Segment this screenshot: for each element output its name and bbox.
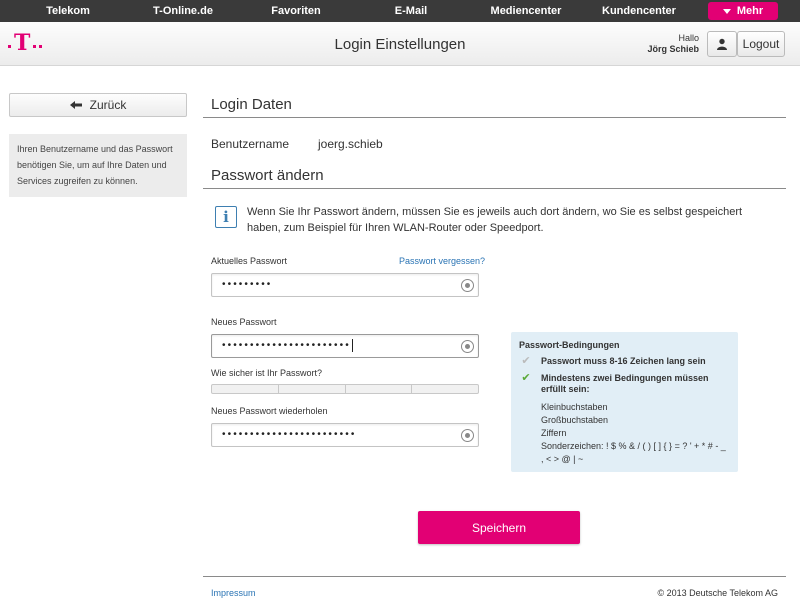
nav-item-mediencenter[interactable]: Mediencenter [490, 5, 562, 17]
strength-segment [346, 385, 413, 393]
footer-divider [203, 576, 786, 577]
condition-sub-item: Kleinbuchstaben [541, 402, 608, 412]
password-section-title: Passwort ändern [211, 167, 324, 184]
current-password-input[interactable]: ••••••••• [211, 273, 479, 297]
password-info-notice: i Wenn Sie Ihr Passwort ändern, müssen S… [215, 204, 775, 236]
page-header: T Login Einstellungen Hallo Jörg Schieb … [0, 22, 800, 66]
info-icon: i [215, 206, 237, 228]
password-strength-meter [211, 384, 479, 394]
password-info-text: Wenn Sie Ihr Passwort ändern, müssen Sie… [247, 206, 743, 234]
section-divider [203, 117, 786, 118]
password-strength-label: Wie sicher ist Ihr Passwort? [211, 368, 323, 378]
text-cursor [351, 339, 353, 352]
logout-button[interactable]: Logout [737, 31, 785, 57]
arrow-left-icon [69, 101, 82, 109]
repeat-password-value: •••••••••••••••••••••••• [222, 429, 357, 440]
more-button-label: Mehr [736, 5, 764, 17]
new-password-value-wrap: ••••••••••••••••••••••• [222, 339, 353, 353]
new-password-value: ••••••••••••••••••••••• [222, 340, 351, 352]
username-value: joerg.schieb [318, 137, 383, 151]
more-button[interactable]: Mehr [708, 2, 778, 20]
triangle-down-icon [722, 8, 731, 14]
repeat-password-input[interactable]: •••••••••••••••••••••••• [211, 423, 479, 447]
new-password-input[interactable]: ••••••••••••••••••••••• [211, 334, 479, 358]
conditions-title: Passwort-Bedingungen [519, 340, 620, 350]
forgot-password-link[interactable]: Passwort vergessen? [399, 256, 485, 266]
user-profile-button[interactable] [707, 31, 737, 57]
copyright-text: © 2013 Deutsche Telekom AG [657, 588, 778, 598]
nav-item-t-online[interactable]: T-Online.de [148, 5, 218, 17]
condition-length-text: Passwort muss 8-16 Zeichen lang sein [541, 356, 706, 366]
condition-sub-item: Sonderzeichen: ! $ % & / ( ) [ ] { } = ?… [541, 441, 726, 464]
section-divider [203, 188, 786, 189]
login-section-title: Login Daten [211, 96, 292, 113]
check-icon: ✔ [521, 355, 531, 367]
user-name: Jörg Schieb [647, 44, 699, 54]
condition-length: ✔ Passwort muss 8-16 Zeichen lang sein [519, 356, 730, 367]
show-password-icon[interactable] [461, 340, 474, 353]
save-button[interactable]: Speichern [418, 511, 580, 544]
nav-item-telekom[interactable]: Telekom [40, 5, 96, 17]
show-password-icon[interactable] [461, 279, 474, 292]
greeting-text: Hallo [678, 33, 699, 43]
nav-item-email[interactable]: E-Mail [390, 5, 432, 17]
strength-segment [212, 385, 279, 393]
current-password-label: Aktuelles Passwort [211, 256, 288, 266]
condition-types: ✔ Mindestens zwei Bedingungen müssen erf… [519, 373, 730, 395]
impressum-link[interactable]: Impressum [211, 588, 256, 598]
current-password-value: ••••••••• [222, 279, 273, 290]
condition-sub-item: Ziffern [541, 428, 567, 438]
condition-sub-item: Großbuchstaben [541, 415, 609, 425]
username-label: Benutzername [211, 137, 290, 151]
strength-segment [279, 385, 346, 393]
show-password-icon[interactable] [461, 429, 474, 442]
check-icon: ✔ [521, 372, 531, 384]
nav-item-kundencenter[interactable]: Kundencenter [602, 5, 676, 17]
nav-item-favoriten[interactable]: Favoriten [270, 5, 322, 17]
new-password-label: Neues Passwort [211, 317, 277, 327]
user-greeting: Hallo Jörg Schieb [647, 33, 699, 55]
strength-segment [412, 385, 478, 393]
top-navigation: Telekom T-Online.de Favoriten E-Mail Med… [0, 0, 800, 22]
condition-types-text: Mindestens zwei Bedingungen müssen erfül… [541, 373, 709, 394]
user-icon [717, 38, 727, 50]
sidebar-info-text: Ihren Benutzername und das Passwort benö… [9, 134, 187, 197]
back-button-label: Zurück [89, 98, 127, 112]
back-button[interactable]: Zurück [9, 93, 187, 117]
repeat-password-label: Neues Passwort wiederholen [211, 406, 328, 416]
password-conditions-box: Passwort-Bedingungen ✔ Passwort muss 8-1… [511, 332, 738, 472]
